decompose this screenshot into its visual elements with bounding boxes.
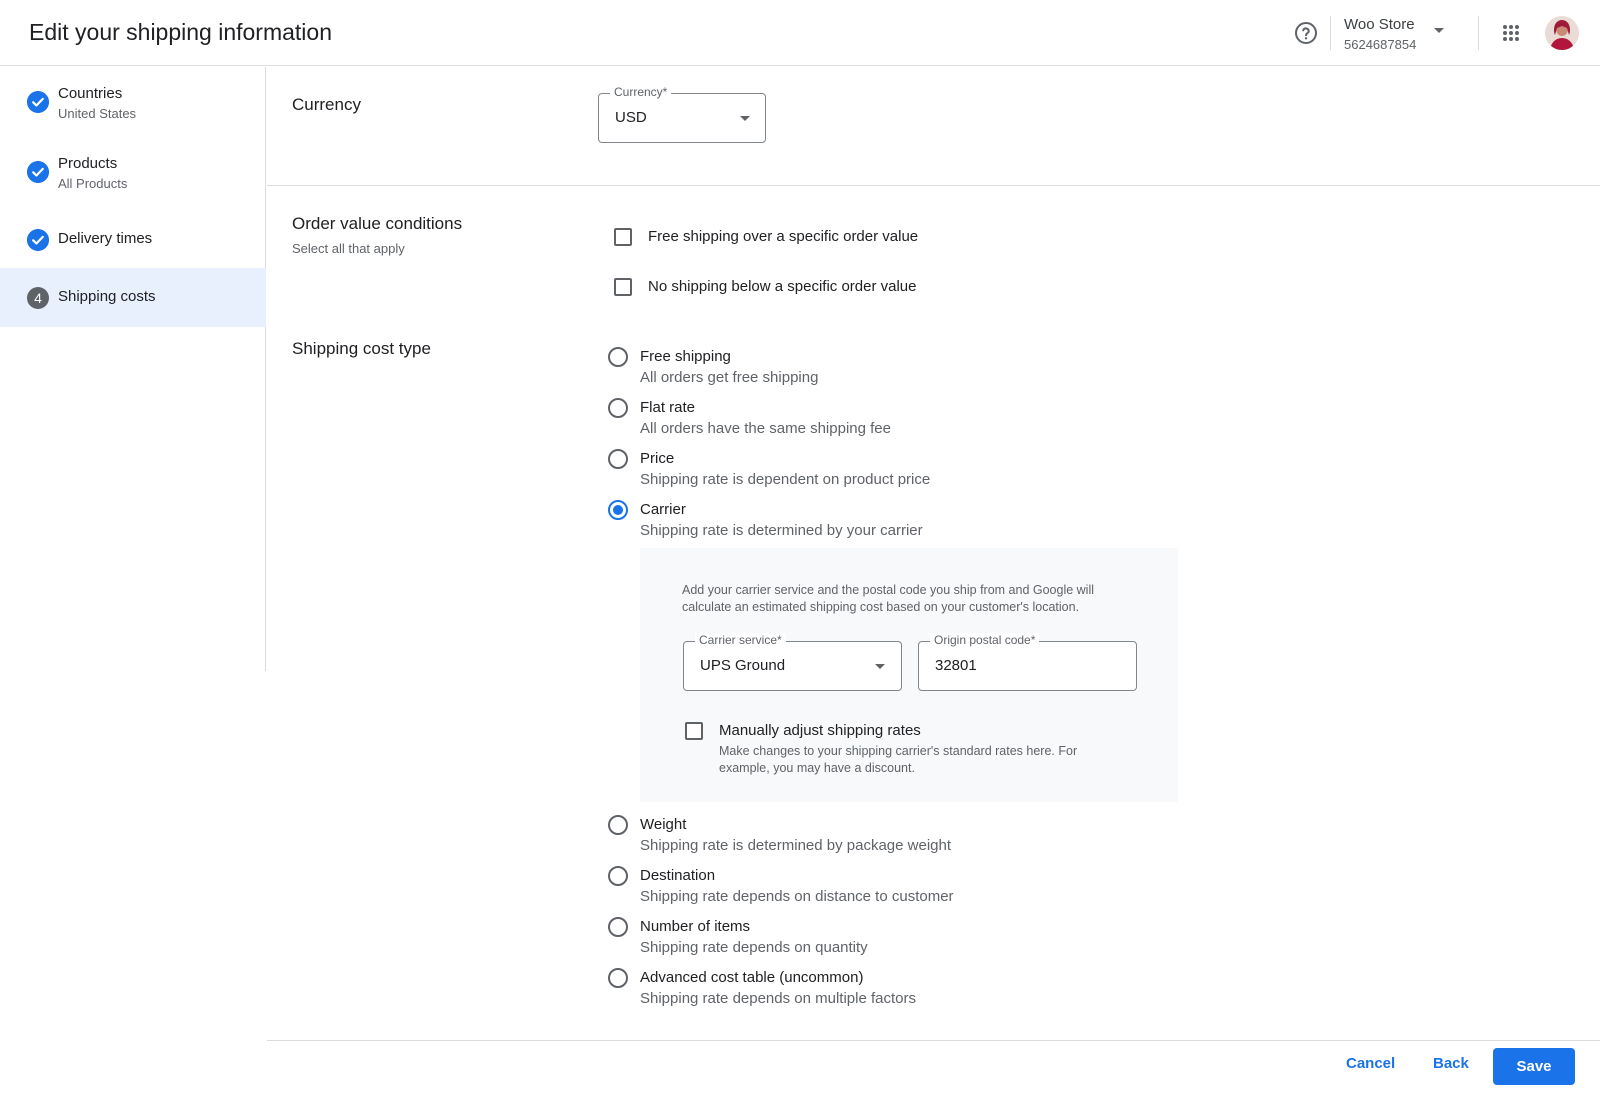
cancel-button[interactable]: Cancel [1346,1055,1395,1072]
step-title: Delivery times [58,230,153,247]
step-subtitle: All Products [58,176,128,191]
back-button[interactable]: Back [1433,1055,1469,1072]
help-icon[interactable] [1294,21,1318,45]
checkbox[interactable] [685,722,703,740]
order-conditions-label: Order value conditions [292,214,463,233]
radio-button[interactable] [608,917,628,937]
radio-free-shipping[interactable]: Free shipping All orders get free shippi… [608,347,1168,391]
carrier-service-value: UPS Ground [700,657,786,674]
check-circle-icon [27,229,49,251]
radio-title: Free shipping [640,348,731,365]
carrier-service-select[interactable]: Carrier service* UPS Ground [683,633,902,691]
step-title: Countries [58,85,123,102]
postal-code-label: Origin postal code* [930,633,1040,647]
radio-button[interactable] [608,398,628,418]
section-divider [267,185,1600,186]
page-title: Edit your shipping information [29,19,332,45]
account-name: Woo Store [1344,16,1415,33]
currency-value: USD [615,109,647,126]
checkbox[interactable] [614,278,632,296]
step-number-badge: 4 [27,287,49,309]
origin-postal-code-field[interactable]: Origin postal code* 32801 [918,633,1137,691]
radio-flat-rate[interactable]: Flat rate All orders have the same shipp… [608,398,1168,442]
radio-price[interactable]: Price Shipping rate is dependent on prod… [608,449,1168,493]
no-shipping-below-checkbox-row[interactable]: No shipping below a specific order value [614,278,934,298]
radio-description: All orders get free shipping [640,369,819,386]
radio-description: Shipping rate is determined by your carr… [640,522,923,539]
step-subtitle: United States [58,106,137,121]
radio-title: Price [640,450,675,467]
radio-description: Shipping rate is dependent on product pr… [640,471,931,488]
radio-button[interactable] [608,449,628,469]
dropdown-arrow-icon [875,664,885,669]
radio-title: Number of items [640,918,751,935]
carrier-info-text: Add your carrier service and the postal … [682,583,1095,614]
radio-button[interactable] [608,347,628,367]
step-products[interactable]: Products All Products [0,137,266,209]
radio-description: Shipping rate depends on multiple factor… [640,990,917,1007]
header-divider [1478,16,1479,50]
currency-field-label: Currency* [610,85,672,99]
step-shipping-costs[interactable]: 4 Shipping costs [0,268,266,327]
radio-title: Destination [640,867,716,884]
footer-divider [267,1040,1600,1041]
top-header: Edit your shipping information Woo Store… [0,0,1600,66]
radio-description: All orders have the same shipping fee [640,420,891,437]
dropdown-arrow-icon [740,116,750,121]
step-delivery-times[interactable]: Delivery times [0,209,266,269]
postal-code-value: 32801 [935,657,977,674]
carrier-service-label: Carrier service* [695,633,786,647]
radio-button[interactable] [608,968,628,988]
stepper-sidebar: Countries United States Products All Pro… [0,67,266,671]
manual-adjust-description: Make changes to your shipping carrier's … [719,744,1078,775]
radio-description: Shipping rate depends on distance to cus… [640,888,954,905]
carrier-settings-panel: Add your carrier service and the postal … [640,548,1178,802]
radio-number-of-items[interactable]: Number of items Shipping rate depends on… [608,917,1168,961]
radio-carrier[interactable]: Carrier Shipping rate is determined by y… [608,500,1168,544]
free-shipping-over-checkbox-row[interactable]: Free shipping over a specific order valu… [614,228,934,248]
shipping-cost-type-label: Shipping cost type [292,339,431,358]
save-button[interactable]: Save [1493,1048,1575,1085]
radio-button[interactable] [608,866,628,886]
apps-grid-icon[interactable] [1502,24,1520,42]
radio-button[interactable] [608,815,628,835]
step-title: Shipping costs [58,288,156,305]
step-title: Products [58,155,118,172]
check-circle-icon [27,161,49,183]
avatar[interactable] [1545,16,1579,50]
chevron-down-icon [1434,28,1444,33]
radio-description: Shipping rate is determined by package w… [640,837,952,854]
currency-select[interactable]: Currency* USD [598,85,766,143]
order-conditions-sub: Select all that apply [292,241,405,256]
account-id: 5624687854 [1344,37,1417,52]
currency-section-label: Currency [292,95,361,114]
manual-adjust-checkbox-row[interactable]: Manually adjust shipping rates [685,722,985,742]
radio-destination[interactable]: Destination Shipping rate depends on dis… [608,866,1168,910]
checkbox[interactable] [614,228,632,246]
checkbox-label: Manually adjust shipping rates [719,722,921,739]
check-circle-icon [27,91,49,113]
radio-button-selected[interactable] [608,500,628,520]
radio-title: Weight [640,816,687,833]
radio-title: Carrier [640,501,686,518]
account-switcher[interactable]: Woo Store 5624687854 [1344,15,1464,53]
radio-title: Advanced cost table (uncommon) [640,969,864,986]
checkbox-label: No shipping below a specific order value [648,278,917,295]
radio-description: Shipping rate depends on quantity [640,939,868,956]
step-countries[interactable]: Countries United States [0,67,266,137]
radio-advanced-cost-table[interactable]: Advanced cost table (uncommon) Shipping … [608,968,1168,1012]
radio-title: Flat rate [640,399,696,416]
radio-weight[interactable]: Weight Shipping rate is determined by pa… [608,815,1168,859]
header-divider [1330,16,1331,50]
checkbox-label: Free shipping over a specific order valu… [648,228,919,245]
